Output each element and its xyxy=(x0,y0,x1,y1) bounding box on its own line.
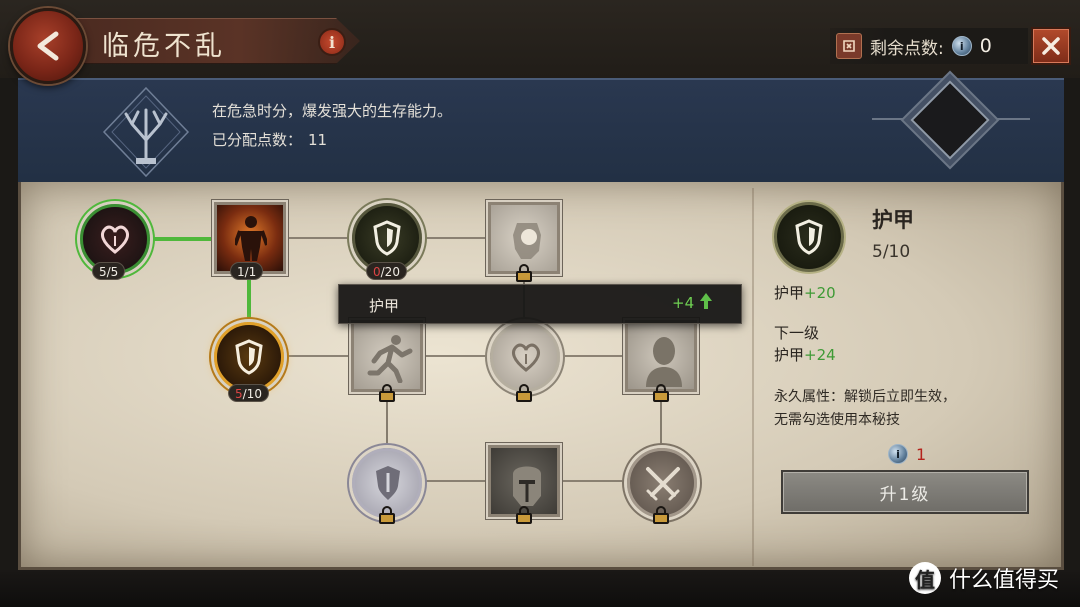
skill-node-head[interactable] xyxy=(625,320,697,392)
node-count-body: 1/1 xyxy=(230,262,264,280)
skill-node-shield-mid[interactable] xyxy=(214,322,284,392)
detail-skill-level: 5/10 xyxy=(872,242,911,262)
tooltip-value: +4 xyxy=(672,294,695,312)
lock-icon xyxy=(653,506,669,524)
crossed-swords-icon xyxy=(646,467,680,501)
lock-icon xyxy=(379,506,395,524)
node-count-current: 0 xyxy=(373,265,381,279)
heart-icon xyxy=(512,343,540,372)
detail-skill-icon xyxy=(774,202,844,272)
tooltip-label: 护甲 xyxy=(369,297,400,315)
body-icon xyxy=(235,216,267,261)
next-stat: 护甲+24 xyxy=(774,344,836,365)
note-line2: 无需勾选使用本秘技 xyxy=(774,412,900,428)
watermark-text: 什么值得买 xyxy=(949,568,1060,593)
node-count-shield-top: 0/20 xyxy=(366,262,407,280)
fist-icon xyxy=(513,223,541,259)
note-line1: 永久属性：解锁后立即生效， xyxy=(774,389,956,405)
cost-value: 1 xyxy=(916,444,927,464)
detail-skill-name: 护甲 xyxy=(872,208,914,232)
up-arrow-icon xyxy=(700,293,712,309)
stat-value: +20 xyxy=(804,284,836,302)
back-arrow-icon xyxy=(37,31,59,61)
back-button[interactable] xyxy=(10,8,86,84)
node-count-current: 5 xyxy=(235,387,243,401)
node-count-shield-mid: 5/10 xyxy=(228,384,269,402)
lock-icon xyxy=(516,264,532,282)
shield-icon xyxy=(795,219,823,255)
shield-icon xyxy=(235,339,263,375)
skill-node-heart-locked[interactable] xyxy=(490,322,560,392)
next-level-label: 下一级 xyxy=(774,324,820,342)
shield-icon xyxy=(373,220,401,256)
upgrade-button[interactable]: 升1级 xyxy=(781,470,1029,514)
info-icon: i xyxy=(328,32,336,52)
stat-label: 护甲 xyxy=(774,284,805,302)
watermark: 值 什么值得买 xyxy=(909,562,1059,594)
lock-icon xyxy=(379,384,395,402)
watermark-logo: 值 xyxy=(909,562,941,594)
upgrade-cost: i 1 xyxy=(888,444,926,464)
lock-icon xyxy=(516,384,532,402)
shield-icon xyxy=(376,466,400,500)
next-stat-value: +24 xyxy=(804,346,836,364)
page-title: 临危不乱 xyxy=(102,31,226,62)
heart-icon xyxy=(101,225,129,254)
lock-icon xyxy=(653,384,669,402)
lock-icon xyxy=(516,506,532,524)
head-icon xyxy=(646,337,682,387)
current-stat: 护甲+20 xyxy=(774,282,836,303)
skill-node-runner[interactable] xyxy=(351,320,423,392)
node-count-max: /10 xyxy=(242,387,262,401)
coin-icon: i xyxy=(888,444,908,464)
info-button[interactable]: i xyxy=(318,28,346,56)
node-count-max: /20 xyxy=(380,265,400,279)
knight-helmet-icon xyxy=(513,466,541,506)
runner-icon xyxy=(367,335,413,383)
node-count-heart: 5/5 xyxy=(92,262,126,280)
next-stat-label: 护甲 xyxy=(774,346,805,364)
